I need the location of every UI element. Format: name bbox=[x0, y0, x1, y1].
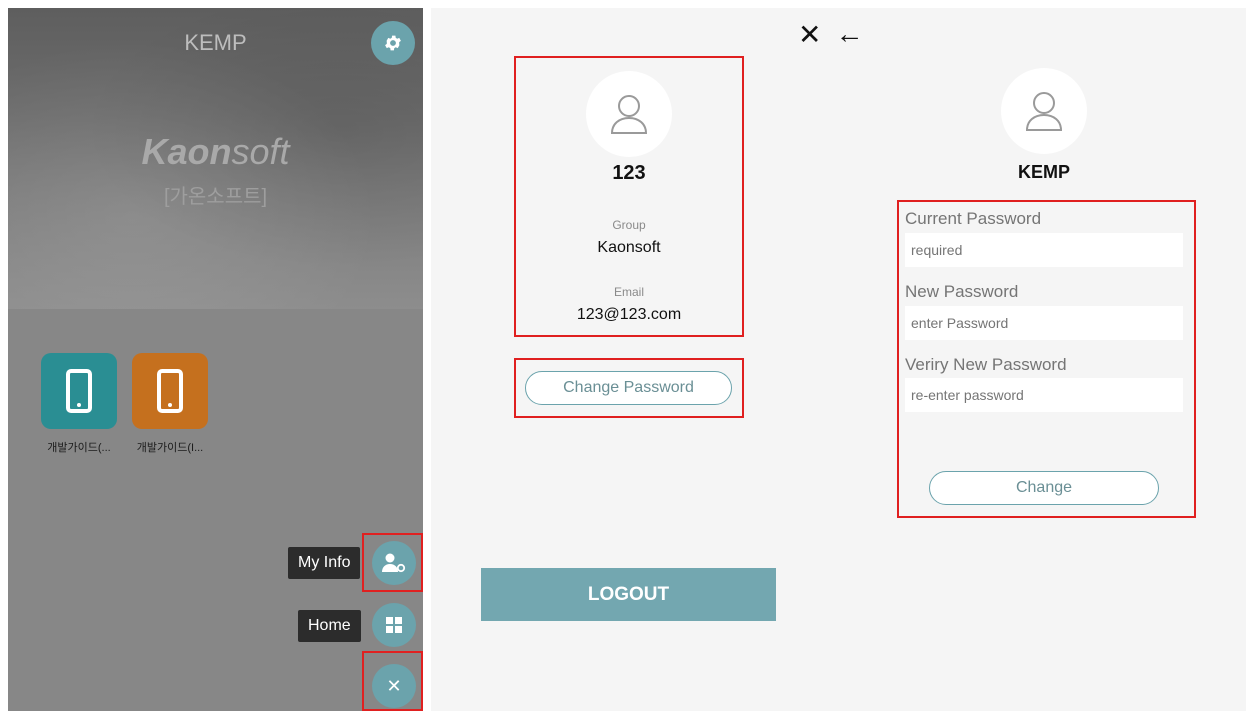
highlight-profile-card bbox=[514, 56, 744, 337]
app-label: 개발가이드(... bbox=[47, 442, 111, 454]
my-info-tooltip: My Info bbox=[288, 547, 361, 579]
brand-bold: Kaon bbox=[141, 131, 232, 172]
highlight-change-password bbox=[514, 358, 744, 418]
top-nav: ✕ ← bbox=[798, 18, 863, 51]
back-arrow-icon[interactable]: ← bbox=[835, 18, 863, 51]
app-tile-1[interactable]: 개발가이드(... bbox=[41, 353, 117, 455]
home-tooltip: Home bbox=[298, 610, 361, 642]
form-avatar bbox=[1001, 68, 1087, 154]
brand-light: soft bbox=[231, 131, 290, 172]
highlight-fab-close bbox=[362, 651, 423, 711]
phone-icon bbox=[132, 353, 208, 429]
app-tile-2[interactable]: 개발가이드(I... bbox=[132, 353, 208, 455]
form-username: KEMP bbox=[1017, 162, 1070, 182]
phone-panel: KEMP Kaonsoft [가온소프트] 개발가이드(... 개발가이드(I.… bbox=[8, 8, 423, 711]
user-icon bbox=[1025, 92, 1063, 131]
app-label: 개발가이드(I... bbox=[136, 442, 204, 454]
settings-button[interactable] bbox=[371, 21, 415, 65]
grid-icon bbox=[386, 617, 402, 633]
gear-icon bbox=[385, 35, 401, 51]
highlight-password-form bbox=[897, 200, 1196, 518]
brand-subtitle: [가온소프트] bbox=[163, 186, 268, 208]
close-icon[interactable]: ✕ bbox=[798, 18, 821, 51]
brand-logo: Kaonsoft bbox=[8, 131, 423, 173]
phone-icon bbox=[41, 353, 117, 429]
highlight-my-info bbox=[362, 533, 423, 592]
home-button[interactable] bbox=[372, 603, 416, 647]
app-title: KEMP bbox=[184, 30, 247, 55]
logout-button[interactable]: LOGOUT bbox=[481, 568, 776, 621]
screen: KEMP Kaonsoft [가온소프트] 개발가이드(... 개발가이드(I.… bbox=[0, 0, 1246, 711]
